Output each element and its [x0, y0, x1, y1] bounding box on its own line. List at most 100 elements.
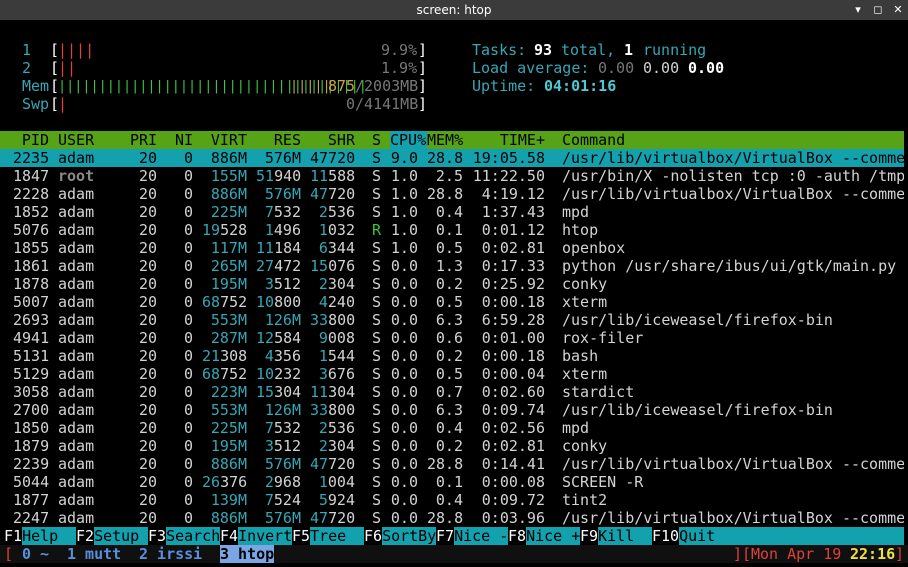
process-cmd: /usr/lib/iceweasel/firefox-bin	[562, 311, 833, 329]
uptime-value: 04:01:16	[544, 77, 617, 95]
process-pid: 1877	[13, 491, 50, 509]
fkey-label: Setup	[94, 527, 149, 545]
screen-window-3-current[interactable]: 3 htop	[220, 545, 275, 563]
process-pid: 2693	[13, 311, 50, 329]
process-res: 7532	[264, 203, 301, 221]
fkey-f5[interactable]: F5Tree	[292, 527, 365, 545]
process-s: R	[372, 221, 381, 239]
column-header-s[interactable]: S	[372, 131, 381, 149]
fkey-label: Nice +	[526, 527, 581, 545]
screen-window-0[interactable]: 0 ~	[22, 545, 49, 563]
restore-icon[interactable]: ◻	[872, 0, 884, 20]
fkey-f2[interactable]: F2Setup	[76, 527, 149, 545]
fkey-f3[interactable]: F3Search	[148, 527, 221, 545]
process-row[interactable]: 5131 adam 20 0 21308 4356 1544 S 0.0 0.2 0:00.18 ba…	[0, 347, 904, 365]
process-time: 0:00.08	[481, 473, 545, 491]
process-row[interactable]: 1878 adam 20 0 195M 3512 2304 S 0.0 0.2 0:25.92 con…	[0, 275, 904, 293]
fkey-f7[interactable]: F7Nice -	[436, 527, 509, 545]
column-header-pri[interactable]: PRI	[130, 131, 157, 149]
tasks-running-label: running	[643, 41, 707, 59]
process-time: 0:02.60	[481, 383, 545, 401]
column-header-pid[interactable]: PID	[13, 131, 49, 149]
screen-window-2[interactable]: 2 irssi	[139, 545, 202, 563]
uptime-line: Uptime: 04:01:16	[472, 77, 616, 95]
fkey-f1[interactable]: F1Help	[4, 527, 77, 545]
process-user: adam	[58, 401, 95, 419]
fkey-f9[interactable]: F9Kill	[580, 527, 653, 545]
process-pid: 5131	[13, 347, 50, 365]
process-row[interactable]: 5076 adam 20 0 19528 1496 1032 R 1.0 0.1 0:01.12 ht…	[0, 221, 904, 239]
process-row[interactable]: 2700 adam 20 0 553M 126M 33800 S 0.0 6.3 0:09.74/u…	[0, 401, 904, 419]
fkey-f6[interactable]: F6SortBy	[364, 527, 437, 545]
process-row[interactable]: 1852 adam 20 0 225M 7532 2536 S 1.0 0.4 1:37.43 mpd	[0, 203, 904, 221]
process-row[interactable]: 2235 adam 20 0 886M 576M 47720 S 9.0 28.8 19:05.58…	[0, 149, 904, 167]
process-row[interactable]: 2239 adam 20 0 886M 576M 47720 S 0.0 28.8 0:14.41 /…	[0, 455, 904, 473]
column-header-user[interactable]: USER	[58, 131, 118, 149]
process-user: root	[58, 167, 95, 185]
process-row[interactable]: 1850 adam 20 0 225M 7532 2536 S 0.0 0.4 0:02.56 mpd	[0, 419, 904, 437]
process-row[interactable]: 4941 adam 20 0 287M 12584 9008 S 0.0 0.6 0:01.00 ro…	[0, 329, 904, 347]
fkey-key: F5	[292, 527, 311, 545]
column-header-ni[interactable]: NI	[166, 131, 193, 149]
column-header-res[interactable]: RES	[256, 131, 301, 149]
process-row[interactable]: 2228 adam 20 0 886M 576M 47720 S 1.0 28.8 4:19.12 /…	[0, 185, 904, 203]
process-pri: 20	[138, 185, 157, 203]
process-pri: 20	[138, 347, 157, 365]
fkey-f8[interactable]: F8Nice +	[508, 527, 581, 545]
screen-window-1[interactable]: 1 mutt	[67, 545, 121, 563]
process-mem: 0.5	[435, 239, 463, 257]
window-titlebar[interactable]: screen: htop ▾ ◻ ✕	[0, 0, 908, 21]
process-row[interactable]: 2693 adam 20 0 553M 126M 33800 S 0.0 6.3 6:59.28/u…	[0, 311, 904, 329]
process-ni: 0	[183, 383, 193, 401]
process-cpu: 0.0	[390, 509, 418, 527]
process-time: 0:00.18	[481, 293, 545, 311]
process-time: 4:19.12	[481, 185, 545, 203]
process-row[interactable]: 1877 adam 20 0 139M 7524 5924 S 0.0 0.4 0:09.72 tin…	[0, 491, 904, 509]
column-header-cpu[interactable]: CPU%	[390, 131, 427, 149]
process-res: 3512	[264, 275, 301, 293]
column-header-virt[interactable]: VIRT	[202, 131, 247, 149]
process-mem: 0.4	[435, 419, 463, 437]
fkey-f4[interactable]: F4Invert	[220, 527, 293, 545]
process-pid: 2247	[13, 509, 50, 527]
fkey-f10[interactable]: F10Quit	[652, 527, 905, 545]
column-header-mem[interactable]: MEM%	[427, 131, 463, 149]
process-pid: 1852	[13, 203, 50, 221]
process-row[interactable]: 5129 adam 20 0 68752 10232 3676 S 0.0 0.5 0:00.04 x…	[0, 365, 904, 383]
column-header-time[interactable]: TIME+	[472, 131, 545, 149]
column-header-cmd[interactable]: Command	[562, 131, 904, 149]
process-pri: 20	[138, 455, 157, 473]
process-res: 7524	[264, 491, 301, 509]
process-shr: 47720	[310, 509, 356, 527]
process-row[interactable]: 1861 adam 20 0 265M 27472 15076 S 0.0 1.3 0:17.33 p…	[0, 257, 904, 275]
process-pid: 2239	[13, 455, 50, 473]
process-cpu: 1.0	[390, 239, 418, 257]
process-pri: 20	[138, 473, 157, 491]
process-cpu: 0.0	[390, 347, 418, 365]
process-row[interactable]: 5007 adam 20 0 68752 10800 4240 S 0.0 0.5 0:00.18 x…	[0, 293, 904, 311]
process-ni: 0	[183, 293, 193, 311]
minimize-icon[interactable]: ▾	[852, 0, 864, 20]
process-shr: 3676	[318, 365, 355, 383]
cpu1-value: 9.9%	[381, 41, 418, 59]
process-cmd: xterm	[562, 293, 608, 311]
process-cpu: 0.0	[390, 293, 418, 311]
process-row[interactable]: 3058 adam 20 0 223M 15304 11304 S 0.0 0.7 0:02.60 s…	[0, 383, 904, 401]
process-pid: 2700	[13, 401, 50, 419]
process-row[interactable]: 1879 adam 20 0 195M 3512 2304 S 0.0 0.2 0:02.81 con…	[0, 437, 904, 455]
fkey-key: F2	[76, 527, 95, 545]
close-icon[interactable]: ✕	[892, 0, 904, 20]
process-virt: 195M	[210, 275, 247, 293]
process-pid: 3058	[13, 383, 50, 401]
process-cmd: python /usr/share/ibus/ui/gtk/main.py	[562, 257, 897, 275]
process-cmd: htop	[562, 221, 599, 239]
process-row[interactable]: 1847 root 20 0 155M 51940 11588 S 1.0 2.5 11:22.50…	[0, 167, 904, 185]
fkey-key: F7	[436, 527, 455, 545]
process-ni: 0	[183, 329, 193, 347]
process-row[interactable]: 1855 adam 20 0 117M 11184 6344 S 1.0 0.5 0:02.81 op…	[0, 239, 904, 257]
process-row[interactable]: 5044 adam 20 0 26376 2968 1004 S 0.0 0.1 0:00.08 SC…	[0, 473, 904, 491]
process-row[interactable]: 2247 adam 20 0 886M 576M 47720 S 0.0 28.8 0:03.96 /…	[0, 509, 904, 527]
process-mem: 28.8	[427, 149, 464, 167]
terminal[interactable]: 1 [ |||| 9.9% ] 2 [ || 1.9% ] Mem [ ||||…	[0, 20, 908, 567]
column-header-shr[interactable]: SHR	[310, 131, 355, 149]
